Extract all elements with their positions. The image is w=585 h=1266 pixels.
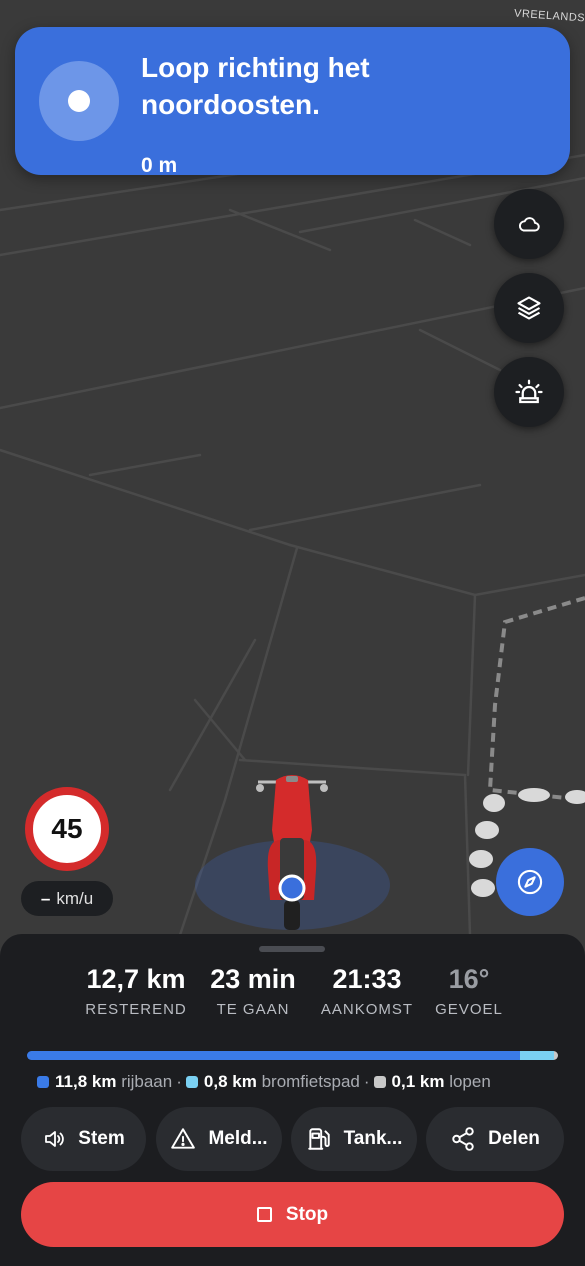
alerts-button[interactable] xyxy=(494,357,564,427)
speed-limit-sign: 45 xyxy=(25,787,109,871)
instruction-distance: 0 m xyxy=(141,154,178,177)
stat-remaining-value: 12,7 km xyxy=(86,964,186,994)
stop-navigation-button[interactable]: Stop xyxy=(21,1182,564,1247)
stat-remaining-label: RESTEREND xyxy=(85,1001,187,1018)
layers-button[interactable] xyxy=(494,273,564,343)
fuel-pump-icon xyxy=(307,1128,330,1150)
warning-icon xyxy=(171,1128,196,1149)
stop-square-icon xyxy=(256,1207,272,1222)
stat-duration-value: 23 min xyxy=(210,964,296,994)
voice-button[interactable]: Stem xyxy=(21,1107,146,1171)
share-button[interactable]: Delen xyxy=(426,1107,564,1171)
stat-arrival-label: AANKOMST xyxy=(320,1001,414,1018)
speed-limit-value: 45 xyxy=(51,813,83,844)
stat-arrival: 21:33 AANKOMST xyxy=(312,964,422,1018)
speaker-icon xyxy=(45,1131,65,1147)
legend-swatch-walk xyxy=(373,1076,386,1088)
voice-button-label: Stem xyxy=(78,1128,125,1149)
legend-swatch-road xyxy=(37,1076,49,1088)
legend-moped-path-distance: 0,8 km xyxy=(203,1072,257,1091)
route-segment-road xyxy=(27,1051,521,1060)
stat-duration: 23 min TE GAAN xyxy=(203,964,303,1018)
fuel-button-label: Tank... xyxy=(343,1128,403,1149)
legend-separator: · xyxy=(176,1072,182,1091)
instruction-banner[interactable]: Loop richting het noordoosten. 0 m xyxy=(15,27,570,177)
legend-moped-path-label: bromfietspad xyxy=(261,1072,360,1091)
stat-duration-label: TE GAAN xyxy=(216,1001,290,1018)
share-icon xyxy=(452,1127,474,1151)
current-speed-value: – xyxy=(40,888,51,908)
sheet-handle[interactable] xyxy=(259,946,325,952)
share-button-label: Delen xyxy=(488,1128,540,1149)
weather-button[interactable] xyxy=(494,189,564,259)
legend-separator: · xyxy=(363,1072,370,1091)
stat-arrival-value: 21:33 xyxy=(332,964,402,994)
report-button-label: Meld... xyxy=(208,1128,268,1149)
siren-icon xyxy=(515,379,543,404)
stop-button-label: Stop xyxy=(285,1203,329,1225)
trip-sheet: 12,7 km RESTEREND 23 min TE GAAN 21:33 A… xyxy=(0,934,585,1266)
legend-walk-label: lopen xyxy=(449,1072,491,1091)
legend-road-distance: 11,8 km xyxy=(55,1072,117,1091)
current-speed: – km/u xyxy=(21,881,113,916)
route-progress-bar xyxy=(27,1051,558,1060)
legend-swatch-moped-path xyxy=(185,1076,198,1088)
cloud-icon xyxy=(518,217,540,232)
stat-remaining: 12,7 km RESTEREND xyxy=(84,964,188,1018)
legend-walk-distance: 0,1 km xyxy=(391,1072,445,1091)
legend-road-label: rijbaan xyxy=(121,1072,173,1091)
route-legend: 11,8 km rijbaan · 0,8 km bromfietspad · 0,1 … xyxy=(37,1072,491,1092)
report-button[interactable]: Meld... xyxy=(156,1107,282,1171)
stat-feels-like-label: GEVOEL xyxy=(435,1001,503,1018)
compass-icon xyxy=(517,869,543,895)
scooter-marker xyxy=(256,775,328,930)
stat-feels-like-value: 16° xyxy=(448,964,490,994)
speed-unit-label: km/u xyxy=(56,888,94,908)
stat-feels-like: 16° GEVOEL xyxy=(432,964,506,1018)
start-point-icon xyxy=(39,61,119,141)
fuel-button[interactable]: Tank... xyxy=(291,1107,417,1171)
recenter-button[interactable] xyxy=(496,848,564,916)
route-segment-walk xyxy=(553,1051,558,1060)
layers-icon xyxy=(517,296,541,320)
route-segment-moped-path xyxy=(520,1051,554,1060)
instruction-text: Loop richting het noordoosten. xyxy=(141,52,370,120)
